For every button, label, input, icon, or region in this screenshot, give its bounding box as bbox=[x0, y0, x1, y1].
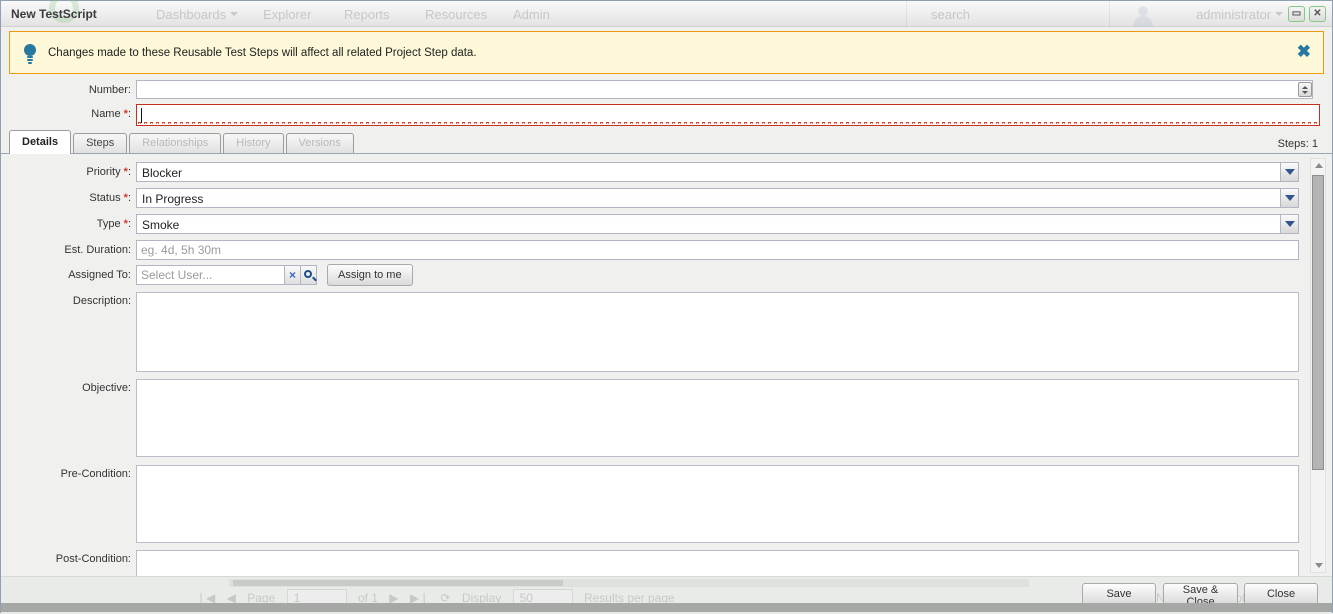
steps-count-badge: Steps: 1 bbox=[1278, 138, 1318, 150]
nav-item-admin: Admin bbox=[513, 7, 550, 22]
priority-value: Blocker bbox=[142, 166, 182, 180]
precondition-textarea[interactable] bbox=[136, 465, 1299, 543]
number-label: Number: bbox=[1, 84, 131, 96]
global-search-input: search bbox=[931, 7, 970, 22]
save-button[interactable]: Save bbox=[1082, 583, 1156, 605]
status-value: In Progress bbox=[142, 192, 203, 206]
banner-message: Changes made to these Reusable Test Step… bbox=[48, 47, 477, 59]
tab-history: History bbox=[223, 133, 283, 154]
dialog-titlebar: New TestScript Dashboards Explorer Repor… bbox=[1, 1, 1332, 27]
dialog-title: New TestScript bbox=[11, 7, 97, 21]
tab-versions: Versions bbox=[286, 133, 354, 154]
new-testscript-dialog: New TestScript Dashboards Explorer Repor… bbox=[0, 0, 1333, 613]
assigned-to-input[interactable] bbox=[136, 265, 285, 285]
chevron-down-icon bbox=[1275, 12, 1283, 20]
chevron-down-icon bbox=[230, 12, 238, 20]
nav-item-resources: Resources bbox=[425, 7, 487, 22]
banner-close-icon[interactable]: ✖ bbox=[1297, 42, 1311, 62]
background-hscrollbar bbox=[229, 579, 1029, 587]
close-button[interactable]: Close bbox=[1244, 583, 1318, 605]
clear-user-button[interactable]: × bbox=[284, 265, 301, 285]
nav-item-dashboards: Dashboards bbox=[156, 7, 238, 22]
tab-bar: Details Steps Relationships History Vers… bbox=[1, 130, 1332, 154]
duration-label: Est. Duration: bbox=[1, 244, 131, 256]
objective-textarea[interactable] bbox=[136, 379, 1299, 457]
description-textarea[interactable] bbox=[136, 292, 1299, 372]
user-menu: administrator bbox=[1196, 7, 1283, 22]
save-and-close-button[interactable]: Save & Close bbox=[1163, 583, 1238, 605]
precondition-label: Pre-Condition: bbox=[1, 468, 131, 480]
chevron-down-icon bbox=[1285, 195, 1295, 201]
postcondition-label: Post-Condition: bbox=[1, 553, 131, 565]
divider bbox=[1109, 1, 1110, 27]
type-select[interactable]: Smoke bbox=[136, 214, 1299, 234]
chevron-down-icon bbox=[1285, 169, 1295, 175]
close-window-button[interactable]: ✕ bbox=[1309, 6, 1326, 22]
nav-item-reports: Reports bbox=[344, 7, 390, 22]
assign-to-me-button[interactable]: Assign to me bbox=[327, 264, 413, 286]
name-label: Name *: bbox=[1, 108, 131, 120]
maximize-button[interactable]: ▭ bbox=[1288, 6, 1305, 22]
status-label: Status *: bbox=[1, 192, 131, 204]
objective-label: Objective: bbox=[1, 382, 131, 394]
duration-input[interactable] bbox=[136, 240, 1299, 260]
scroll-down-icon[interactable] bbox=[1315, 563, 1323, 568]
user-avatar-icon bbox=[1129, 3, 1157, 27]
lightbulb-icon bbox=[22, 43, 38, 65]
clear-icon: × bbox=[289, 268, 296, 282]
description-label: Description: bbox=[1, 295, 131, 307]
number-spinner[interactable] bbox=[1298, 82, 1312, 97]
maximize-icon: ▭ bbox=[1292, 8, 1301, 19]
scrollbar-thumb[interactable] bbox=[1312, 175, 1324, 470]
type-label: Type *: bbox=[1, 218, 131, 230]
search-icon bbox=[304, 270, 312, 278]
status-dropdown-button[interactable] bbox=[1280, 189, 1298, 207]
tab-details[interactable]: Details bbox=[9, 130, 71, 154]
priority-dropdown-button[interactable] bbox=[1280, 163, 1298, 181]
postcondition-textarea[interactable] bbox=[136, 550, 1299, 576]
assigned-to-label: Assigned To: bbox=[1, 269, 131, 281]
scroll-up-icon[interactable] bbox=[1315, 163, 1323, 168]
divider bbox=[906, 1, 907, 27]
search-user-button[interactable] bbox=[300, 265, 317, 285]
priority-select[interactable]: Blocker bbox=[136, 162, 1299, 182]
info-banner: Changes made to these Reusable Test Step… bbox=[9, 31, 1324, 74]
details-panel: Priority *: Blocker Status *: In Progres… bbox=[1, 153, 1332, 576]
tab-relationships: Relationships bbox=[129, 133, 221, 154]
chevron-down-icon bbox=[1285, 221, 1295, 227]
vertical-scrollbar[interactable] bbox=[1310, 158, 1326, 573]
spinner-down-icon bbox=[1302, 91, 1308, 94]
type-value: Smoke bbox=[142, 218, 179, 232]
type-dropdown-button[interactable] bbox=[1280, 215, 1298, 233]
number-input[interactable] bbox=[136, 80, 1313, 99]
background-bottom-bar bbox=[1, 603, 1332, 612]
text-caret bbox=[141, 108, 142, 123]
status-select[interactable]: In Progress bbox=[136, 188, 1299, 208]
close-icon: ✕ bbox=[1313, 8, 1321, 19]
name-field-invalid bbox=[136, 104, 1320, 126]
nav-item-explorer: Explorer bbox=[263, 7, 311, 22]
validation-zigzag bbox=[138, 122, 1318, 125]
spinner-up-icon bbox=[1302, 86, 1308, 89]
tab-steps[interactable]: Steps bbox=[73, 133, 127, 154]
priority-label: Priority *: bbox=[1, 166, 131, 178]
